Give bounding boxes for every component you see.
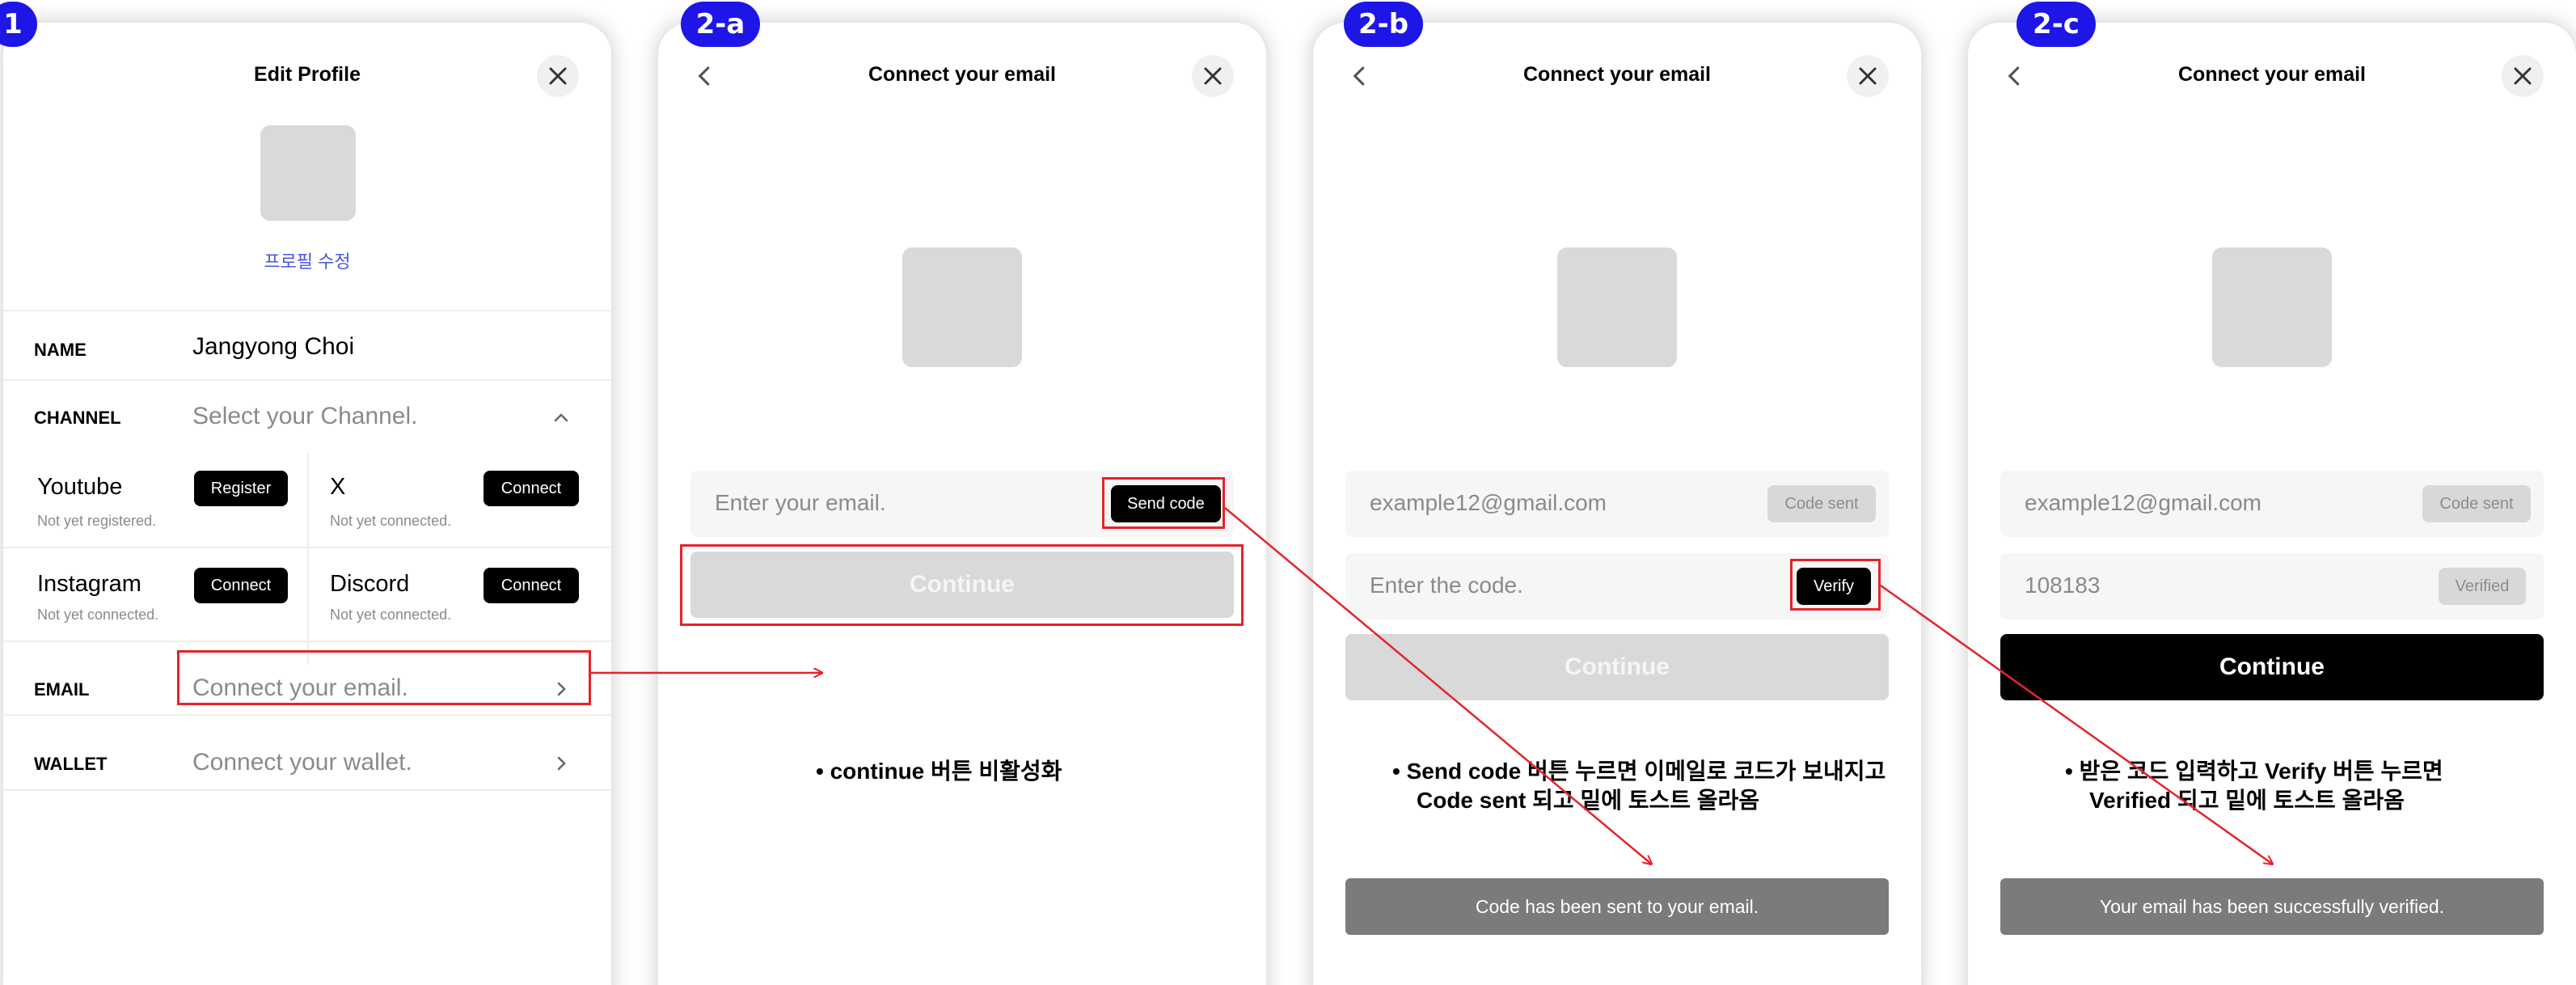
instagram-connect-button[interactable]: Connect bbox=[194, 568, 288, 603]
channel-label: CHANNEL bbox=[34, 408, 121, 428]
email-field[interactable]: example12@gmail.com Code sent bbox=[1345, 471, 1889, 537]
verified-button: Verified bbox=[2439, 568, 2526, 605]
annotation-note: • 받은 코드 입력하고 Verify 버튼 누르면 Verified 되고 밑… bbox=[2065, 757, 2443, 815]
step-badge: 2-b bbox=[1344, 2, 1423, 47]
annotation-text: continue 버튼 비활성화 bbox=[830, 759, 1062, 784]
continue-button[interactable]: Continue bbox=[2000, 634, 2544, 700]
close-button[interactable] bbox=[1192, 55, 1234, 97]
email-input[interactable]: Enter your email. bbox=[715, 490, 886, 516]
divider bbox=[3, 310, 611, 311]
connect-email-screen-b: Connect your email example12@gmail.com C… bbox=[1313, 23, 1921, 985]
name-field[interactable]: Jangyong Choi bbox=[192, 333, 354, 361]
youtube-register-button[interactable]: Register bbox=[194, 471, 288, 506]
close-icon bbox=[1859, 67, 1877, 85]
email-label: EMAIL bbox=[34, 679, 90, 700]
page-title: Connect your email bbox=[2178, 63, 2366, 86]
email-input[interactable]: example12@gmail.com bbox=[1370, 490, 1607, 516]
step-badge: 2-a bbox=[681, 2, 760, 47]
step-badge: 2-c bbox=[2016, 2, 2096, 47]
continue-button[interactable]: Continue bbox=[1345, 634, 1889, 700]
chevron-right-icon[interactable] bbox=[551, 679, 571, 699]
verify-button[interactable]: Verify bbox=[1797, 568, 1871, 605]
send-code-button[interactable]: Send code bbox=[1111, 485, 1221, 522]
x-connect-button[interactable]: Connect bbox=[484, 471, 579, 506]
toast-message: Code has been sent to your email. bbox=[1345, 878, 1889, 935]
connect-email-screen-c: Connect your email example12@gmail.com C… bbox=[1968, 23, 2576, 985]
close-icon bbox=[1204, 67, 1222, 85]
divider bbox=[3, 640, 611, 642]
annotation-note: • continue 버튼 비활성화 bbox=[816, 759, 1062, 784]
channel-discord-name: Discord bbox=[330, 571, 410, 597]
channel-select[interactable]: Select your Channel. bbox=[192, 403, 418, 430]
chevron-right-icon[interactable] bbox=[551, 754, 571, 773]
wallet-connect-field[interactable]: Connect your wallet. bbox=[192, 749, 412, 776]
divider bbox=[307, 453, 309, 665]
annotation-text-line1: Send code 버튼 누르면 이메일로 코드가 보내지고 bbox=[1406, 759, 1886, 784]
email-field[interactable]: example12@gmail.com Code sent bbox=[2000, 471, 2544, 537]
email-illustration bbox=[2212, 247, 2332, 367]
name-label: NAME bbox=[34, 340, 87, 360]
code-input[interactable]: 108183 bbox=[2025, 573, 2100, 598]
divider bbox=[3, 547, 611, 548]
email-illustration bbox=[902, 247, 1022, 367]
email-input[interactable]: example12@gmail.com bbox=[2025, 490, 2261, 516]
code-field[interactable]: 108183 Verified bbox=[2000, 553, 2544, 619]
channel-youtube-name: Youtube bbox=[37, 474, 123, 500]
divider bbox=[3, 379, 611, 381]
email-illustration bbox=[1557, 247, 1677, 367]
annotation-text-line1: 받은 코드 입력하고 Verify 버튼 누르면 bbox=[2079, 759, 2443, 784]
close-icon bbox=[549, 67, 567, 85]
channel-youtube-status: Not yet registered. bbox=[37, 513, 157, 529]
close-button[interactable] bbox=[537, 55, 579, 97]
channel-instagram-name: Instagram bbox=[37, 571, 141, 597]
divider bbox=[3, 714, 611, 716]
close-button[interactable] bbox=[1847, 55, 1889, 97]
channel-instagram-status: Not yet connected. bbox=[37, 607, 159, 623]
connect-email-screen-a: Connect your email Enter your email. Sen… bbox=[658, 23, 1266, 985]
channel-x-status: Not yet connected. bbox=[330, 513, 452, 529]
channel-discord-status: Not yet connected. bbox=[330, 607, 452, 623]
page-title: Connect your email bbox=[1523, 63, 1711, 86]
code-sent-button: Code sent bbox=[1767, 485, 1876, 522]
annotation-text-line2: Verified 되고 밑에 토스트 올라옴 bbox=[2089, 788, 2405, 813]
discord-connect-button[interactable]: Connect bbox=[484, 568, 579, 603]
toast-message: Your email has been successfully verifie… bbox=[2000, 878, 2544, 935]
annotation-text-line2: Code sent 되고 밑에 토스트 올라옴 bbox=[1417, 788, 1760, 813]
annotation-note: • Send code 버튼 누르면 이메일로 코드가 보내지고 Code se… bbox=[1392, 757, 1886, 815]
email-field[interactable]: Enter your email. Send code bbox=[690, 471, 1234, 537]
close-button[interactable] bbox=[2502, 55, 2544, 97]
chevron-up-icon[interactable] bbox=[551, 408, 571, 427]
code-field[interactable]: Enter the code. Verify bbox=[1345, 553, 1889, 619]
close-icon bbox=[2514, 67, 2532, 85]
wallet-label: WALLET bbox=[34, 754, 108, 774]
page-title: Edit Profile bbox=[254, 63, 361, 86]
code-input[interactable]: Enter the code. bbox=[1370, 573, 1523, 598]
edit-profile-link[interactable]: 프로필 수정 bbox=[3, 247, 611, 273]
code-sent-button: Code sent bbox=[2422, 485, 2531, 522]
edit-profile-screen: Edit Profile 프로필 수정 NAME Jangyong Choi C… bbox=[3, 23, 611, 985]
profile-image[interactable] bbox=[260, 125, 356, 221]
divider bbox=[3, 789, 611, 791]
channel-x-name: X bbox=[330, 474, 346, 500]
email-connect-field[interactable]: Connect your email. bbox=[192, 674, 408, 702]
continue-button[interactable]: Continue bbox=[690, 552, 1234, 618]
page-title: Connect your email bbox=[868, 63, 1056, 86]
